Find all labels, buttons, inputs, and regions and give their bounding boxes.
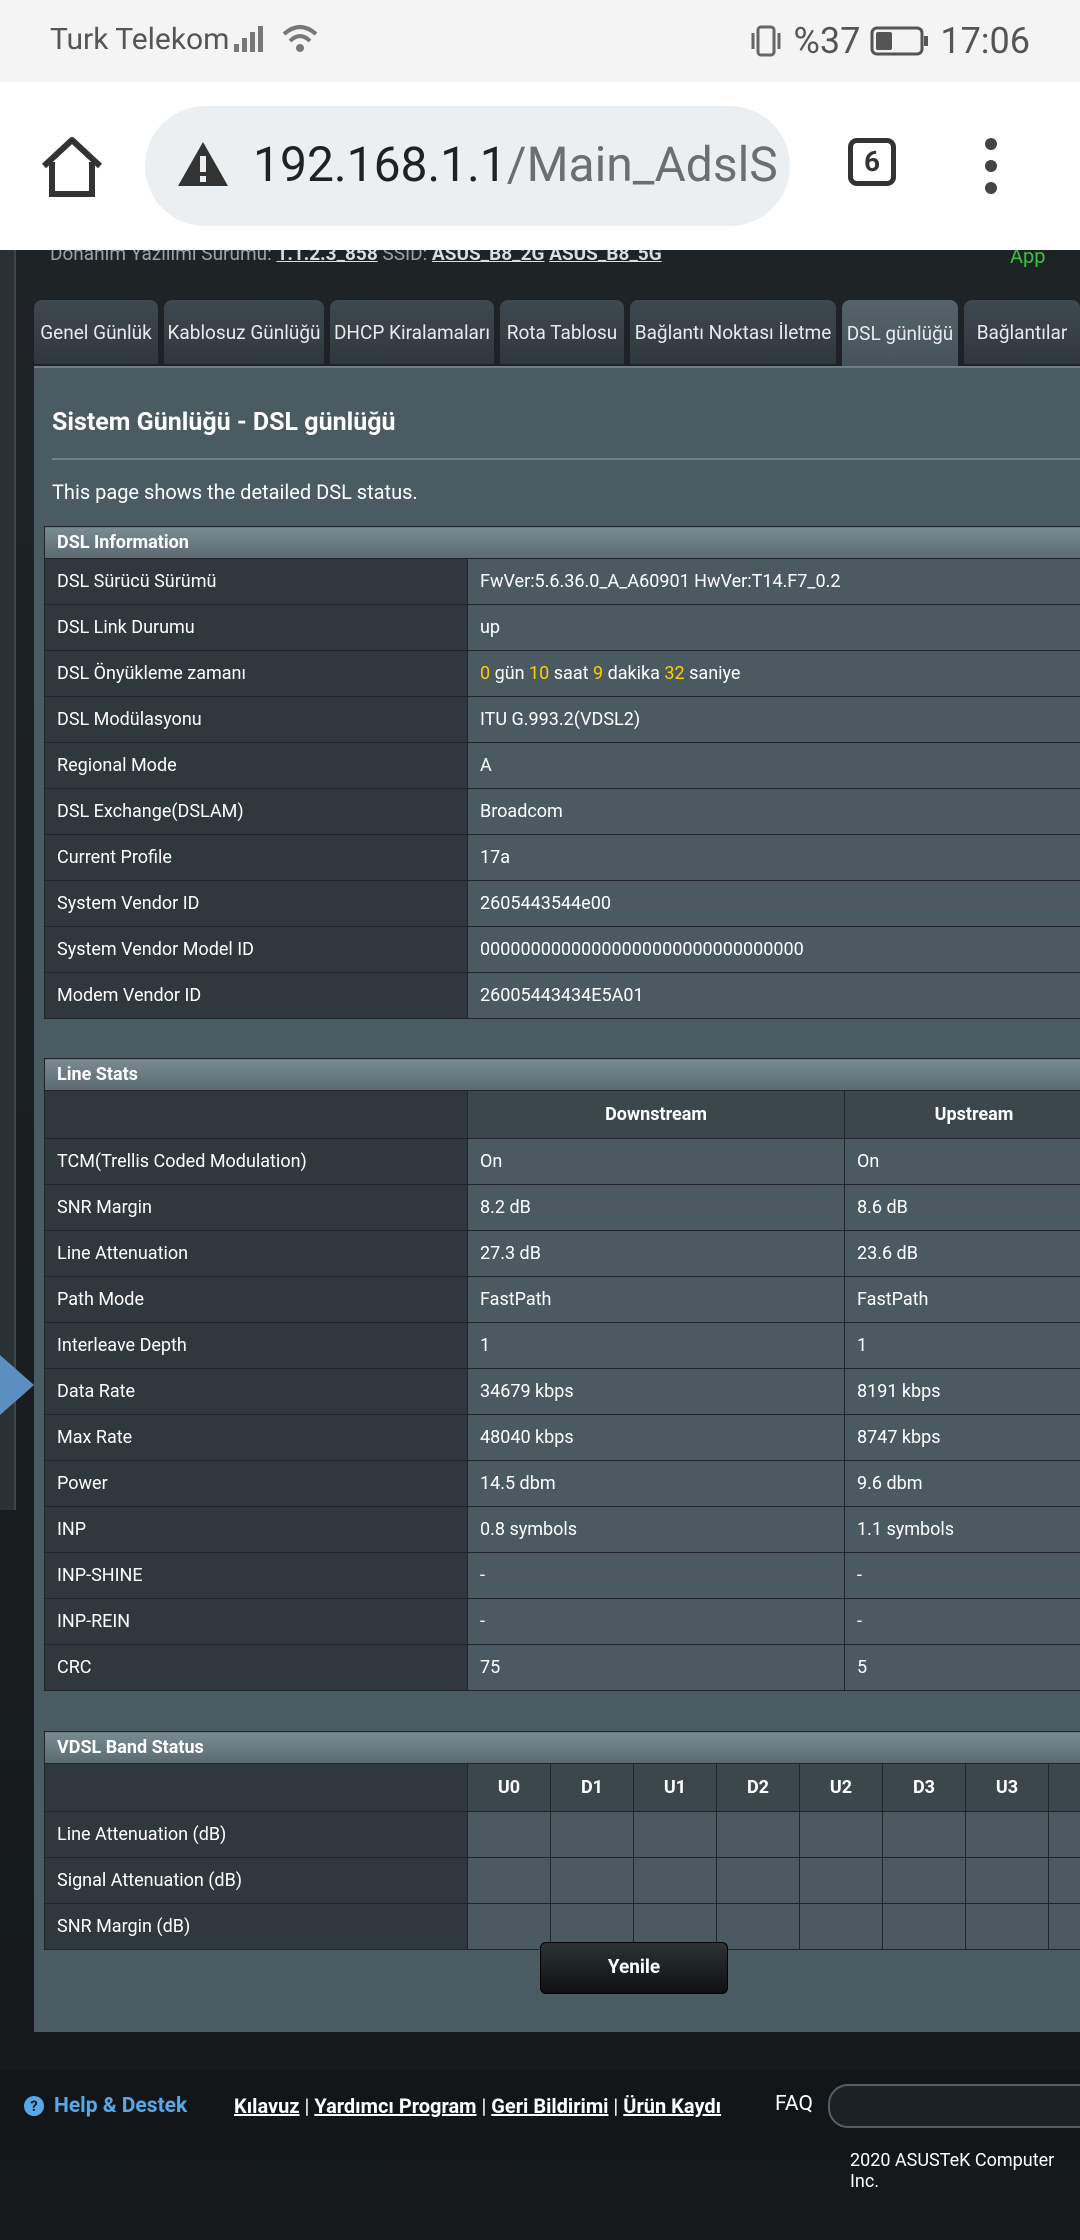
table-row: Interleave Depth 1 1 bbox=[44, 1322, 1080, 1369]
ssid-5g-link[interactable]: ASUS_B8_5G bbox=[549, 250, 661, 265]
table-row: INP-SHINE - - bbox=[44, 1552, 1080, 1599]
clock: 17:06 bbox=[940, 20, 1030, 62]
table-row: Max Rate 48040 kbps 8747 kbps bbox=[44, 1414, 1080, 1461]
tab-wireless-log[interactable]: Kablosuz Günlüğü bbox=[164, 300, 324, 364]
table-row: TCM(Trellis Coded Modulation) On On bbox=[44, 1138, 1080, 1185]
page-description: This page shows the detailed DSL status. bbox=[52, 480, 418, 504]
feedback-link[interactable]: Geri Bildirimi bbox=[491, 2094, 608, 2118]
table-row: DSL Sürücü Sürümü FwVer:5.6.36.0_A_A60901… bbox=[44, 558, 1080, 605]
uptime-value: 0 gün 10 saat 9 dakika 32 saniye bbox=[467, 650, 1080, 697]
table-row: DSL Modülasyonu ITU G.993.2(VDSL2) bbox=[44, 696, 1080, 743]
address-bar[interactable]: 192.168.1.1/Main_AdslS bbox=[145, 106, 790, 226]
table-row: Data Rate 34679 kbps 8191 kbps bbox=[44, 1368, 1080, 1415]
browser-toolbar: 192.168.1.1/Main_AdslS 6 bbox=[0, 82, 1080, 250]
table-row: Modem Vendor ID 26005443434E5A01 bbox=[44, 972, 1080, 1019]
refresh-button[interactable]: Yenile bbox=[540, 1942, 728, 1994]
table-row: System Vendor Model ID 000000000000000000… bbox=[44, 926, 1080, 973]
tab-routing-table[interactable]: Rota Tablosu bbox=[500, 300, 624, 364]
table-row: DSL Önyükleme zamanı 0 gün 10 saat 9 dak… bbox=[44, 650, 1080, 697]
carrier-name: Turk Telekom bbox=[50, 22, 230, 57]
footer: ? Help & Destek Kılavuz | Yardımcı Progr… bbox=[0, 2070, 1080, 2160]
utility-link[interactable]: Yardımcı Program bbox=[314, 2094, 476, 2118]
title-divider bbox=[52, 458, 1080, 460]
table-row: SNR Margin 8.2 dB 8.6 dB bbox=[44, 1184, 1080, 1231]
table-row: INP 0.8 symbols 1.1 symbols bbox=[44, 1506, 1080, 1553]
more-menu-icon[interactable] bbox=[985, 138, 999, 198]
table-row: DSL Exchange(DSLAM) Broadcom bbox=[44, 788, 1080, 835]
tab-general-log[interactable]: Genel Günlük bbox=[34, 300, 158, 364]
left-menu-strip bbox=[0, 250, 16, 1510]
downstream-header: Downstream bbox=[467, 1090, 845, 1139]
signal-icon bbox=[234, 26, 263, 52]
warning-icon[interactable] bbox=[175, 138, 231, 190]
battery-icon bbox=[870, 26, 929, 56]
registration-link[interactable]: Ürün Kaydı bbox=[623, 2094, 721, 2118]
tab-dsl-log[interactable]: DSL günlüğü bbox=[842, 300, 958, 366]
copyright: 2020 ASUSTeK Computer Inc. bbox=[850, 2150, 1055, 2192]
upstream-header: Upstream bbox=[844, 1090, 1080, 1139]
ssid-2g-link[interactable]: ASUS_B8_2G bbox=[432, 250, 544, 265]
tab-switcher-button[interactable]: 6 bbox=[848, 138, 896, 186]
router-page: Donanım Yazılımı Sürümü: 1.1.2.3_858 SSI… bbox=[0, 250, 1080, 2240]
vibrate-icon bbox=[751, 25, 780, 57]
table-row: Line Attenuation (dB) bbox=[44, 1811, 1080, 1858]
help-link[interactable]: ? Help & Destek bbox=[24, 2094, 187, 2118]
url-host: 192.168.1.1 bbox=[253, 136, 507, 193]
url-path: /Main_AdslS bbox=[506, 136, 778, 193]
firmware-label: Donanım Yazılımı Sürümü: bbox=[50, 250, 272, 265]
app-link[interactable]: App bbox=[1010, 250, 1046, 268]
table-row: Regional Mode A bbox=[44, 742, 1080, 789]
manual-link[interactable]: Kılavuz bbox=[234, 2094, 300, 2118]
table-row: Power 14.5 dbm 9.6 dbm bbox=[44, 1460, 1080, 1507]
battery-percent: %37 bbox=[793, 20, 861, 62]
left-menu-arrow-icon[interactable] bbox=[0, 1355, 34, 1415]
table-row: Signal Attenuation (dB) bbox=[44, 1857, 1080, 1904]
table-row: DSL Link Durumu up bbox=[44, 604, 1080, 651]
table-row: System Vendor ID 2605443544e00 bbox=[44, 880, 1080, 927]
table-row: CRC 75 5 bbox=[44, 1644, 1080, 1691]
dsl-info-table: DSL Information DSL Sürücü Sürümü FwVer:5… bbox=[44, 526, 1080, 1019]
table-row: INP-REIN - - bbox=[44, 1598, 1080, 1645]
faq-label: FAQ bbox=[775, 2092, 813, 2116]
help-icon: ? bbox=[24, 2096, 44, 2116]
vdsl-band-header: VDSL Band Status bbox=[44, 1731, 1080, 1764]
home-icon[interactable] bbox=[38, 134, 106, 202]
ssid-label: SSID: bbox=[382, 250, 428, 265]
firmware-version-link[interactable]: 1.1.2.3_858 bbox=[276, 250, 377, 265]
table-row: Current Profile 17a bbox=[44, 834, 1080, 881]
tab-connections[interactable]: Bağlantılar bbox=[964, 300, 1080, 364]
content-panel: Sistem Günlüğü - DSL günlüğü This page s… bbox=[34, 366, 1080, 2032]
line-stats-table: Line Stats Downstream Upstream TCM(Trelli… bbox=[44, 1058, 1080, 1691]
line-stats-header: Line Stats bbox=[44, 1058, 1080, 1091]
dsl-info-header: DSL Information bbox=[44, 526, 1080, 559]
tab-dhcp-leases[interactable]: DHCP Kiralamaları bbox=[330, 300, 494, 364]
table-row: Line Attenuation 27.3 dB 23.6 dB bbox=[44, 1230, 1080, 1277]
tab-port-forwarding[interactable]: Bağlantı Noktası İletme bbox=[630, 300, 836, 364]
firmware-line: Donanım Yazılımı Sürümü: 1.1.2.3_858 SSI… bbox=[50, 250, 662, 265]
page-title: Sistem Günlüğü - DSL günlüğü bbox=[52, 408, 396, 437]
wifi-icon bbox=[282, 25, 318, 52]
vdsl-band-table: VDSL Band Status U0 D1 U1 D2 U2 D3 U3 Line … bbox=[44, 1731, 1080, 1950]
status-bar: Turk Telekom %37 17:06 bbox=[0, 0, 1080, 82]
faq-search-input[interactable] bbox=[828, 2084, 1080, 2128]
footer-links: Kılavuz | Yardımcı Program | Geri Bildir… bbox=[234, 2094, 722, 2118]
table-row: Path Mode FastPath FastPath bbox=[44, 1276, 1080, 1323]
